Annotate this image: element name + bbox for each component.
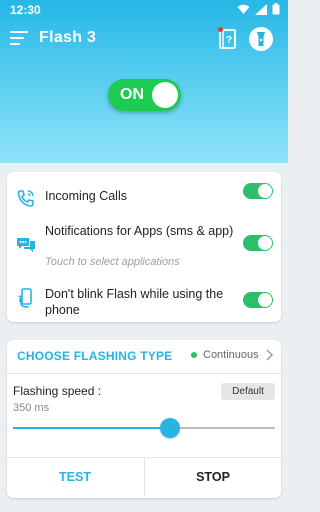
status-icons — [237, 3, 280, 15]
master-flash-toggle[interactable]: ON — [108, 79, 181, 111]
chevron-right-icon[interactable] — [264, 348, 274, 362]
selected-dot-icon — [191, 352, 197, 358]
alert-options-card: Incoming Calls Notifications for Apps (s… — [7, 172, 281, 322]
flashing-settings-card: CHOOSE FLASHING TYPE Continuous Flashing… — [7, 340, 281, 498]
option-notifications-subtitle[interactable]: Touch to select applications — [45, 256, 180, 268]
divider — [7, 373, 281, 374]
option-dont-blink-label: Don't blink Flash while using the phone — [45, 287, 224, 317]
svg-text:?: ? — [226, 35, 232, 46]
flashing-type-value: Continuous — [203, 349, 259, 361]
dont-blink-switch[interactable] — [243, 292, 273, 308]
flashing-speed-label: Flashing speed : — [13, 384, 102, 398]
test-button[interactable]: TEST — [7, 458, 143, 496]
status-bar: 12:30 — [0, 0, 288, 20]
incoming-calls-switch[interactable] — [243, 183, 273, 199]
option-notifications-label[interactable]: Notifications for Apps (sms & app) — [45, 223, 235, 239]
master-toggle-knob — [152, 82, 178, 108]
signal-icon — [255, 3, 267, 15]
speed-slider[interactable] — [13, 418, 275, 438]
notification-dot — [218, 27, 223, 32]
speed-slider-thumb[interactable] — [160, 418, 181, 438]
flashing-speed-value: 350 ms — [13, 402, 50, 414]
master-toggle-label: ON — [120, 86, 144, 103]
app-bar: Flash 3 ? — [0, 24, 288, 56]
flashing-type-selector[interactable]: Continuous — [191, 349, 259, 361]
hand-phone-icon — [18, 288, 32, 308]
stop-button[interactable]: STOP — [145, 458, 281, 496]
phone-ringing-icon — [17, 190, 34, 207]
wifi-icon — [237, 4, 250, 14]
default-speed-button[interactable]: Default — [221, 383, 275, 400]
flashing-type-title[interactable]: CHOOSE FLASHING TYPE — [17, 349, 172, 363]
option-incoming-calls-label: Incoming Calls — [45, 189, 127, 203]
menu-icon[interactable] — [10, 31, 28, 45]
status-time: 12:30 — [10, 3, 41, 17]
speed-slider-fill — [13, 427, 171, 429]
battery-icon — [272, 3, 280, 15]
chat-bubbles-icon — [17, 238, 35, 252]
notifications-switch[interactable] — [243, 235, 273, 251]
app-title: Flash 3 — [39, 29, 97, 46]
flashlight-icon[interactable] — [249, 27, 273, 51]
